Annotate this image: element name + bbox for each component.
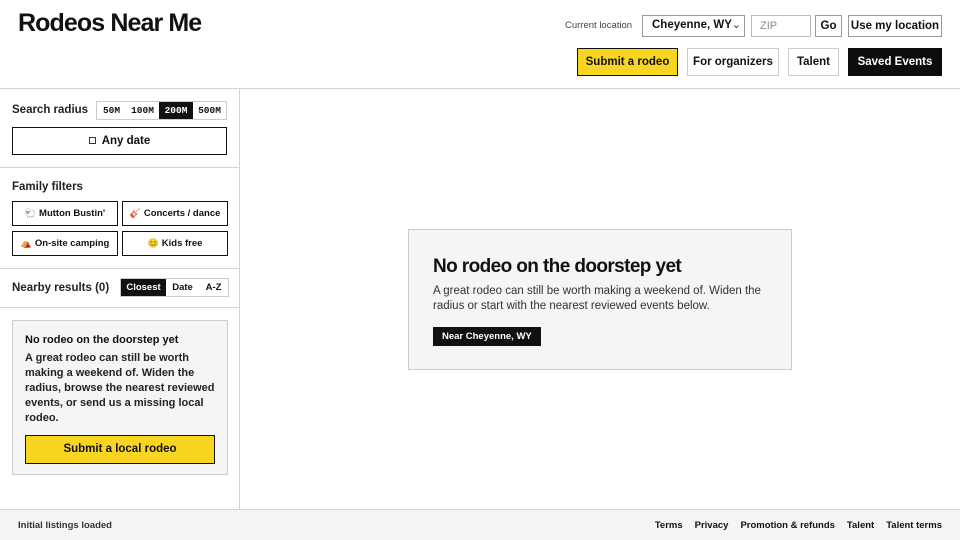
sort-selector: Closest Date A-Z <box>120 278 229 297</box>
chevron-down-icon: ⌄ <box>731 19 741 31</box>
search-radius-label: Search radius <box>12 104 89 116</box>
footer-link-talent-terms[interactable]: Talent terms <box>886 520 942 531</box>
for-organizers-button[interactable]: For organizers <box>687 48 779 76</box>
status-text: Initial listings loaded <box>18 520 112 531</box>
submit-rodeo-button[interactable]: Submit a rodeo <box>577 48 678 76</box>
footer-links: Terms Privacy Promotion & refunds Talent… <box>655 520 942 531</box>
divider <box>0 307 239 308</box>
footer-link-privacy[interactable]: Privacy <box>695 520 729 531</box>
filter-on-site-camping[interactable]: ⛺ On-site camping <box>12 231 118 256</box>
any-date-button[interactable]: Any date <box>12 127 227 155</box>
empty-state-title: No rodeo on the doorstep yet <box>433 256 682 277</box>
sort-closest[interactable]: Closest <box>121 279 166 296</box>
brand-title[interactable]: Rodeos Near Me <box>18 9 202 38</box>
empty-results-card: No rodeo on the doorstep yet A great rod… <box>12 320 228 475</box>
go-button[interactable]: Go <box>815 15 842 37</box>
footer-link-talent[interactable]: Talent <box>847 520 874 531</box>
filters-sidebar: Search radius 50M 100M 200M 500M Any dat… <box>0 89 240 509</box>
footer: Initial listings loaded Terms Privacy Pr… <box>0 509 960 540</box>
near-location-badge: Near Cheyenne, WY <box>433 327 541 346</box>
divider <box>0 268 239 269</box>
any-date-label: Any date <box>101 135 151 147</box>
top-header: Rodeos Near Me Current location Cheyenne… <box>0 0 960 89</box>
sheep-icon: 🐑 <box>24 208 37 218</box>
empty-state-card: No rodeo on the doorstep yet A great rod… <box>408 229 792 370</box>
family-filters-label: Family filters <box>12 181 83 193</box>
location-select[interactable]: Cheyenne, WY ⌄ <box>642 15 745 37</box>
sort-a-z[interactable]: A-Z <box>199 279 228 296</box>
talent-button[interactable]: Talent <box>788 48 839 76</box>
location-select-value: Cheyenne, WY <box>652 19 732 31</box>
tent-icon: ⛺ <box>20 238 32 248</box>
results-main: No rodeo on the doorstep yet A great rod… <box>240 89 960 509</box>
filter-concerts-dance[interactable]: 🎸 Concerts / dance <box>122 201 228 226</box>
guitar-icon: 🎸 <box>129 208 141 218</box>
card-title: No rodeo on the doorstep yet <box>25 334 179 346</box>
radius-option-500m[interactable]: 500M <box>193 102 226 119</box>
current-location-label: Current location <box>565 20 633 31</box>
card-body: A great rodeo can still be worth making … <box>25 352 215 424</box>
empty-state-body: A great rodeo can still be worth making … <box>433 285 761 312</box>
calendar-icon <box>88 137 96 144</box>
footer-link-terms[interactable]: Terms <box>655 520 683 531</box>
nearby-results-label: Nearby results (0) <box>12 282 110 294</box>
filter-label: Kids free <box>161 238 203 249</box>
filter-label: Mutton Bustin' <box>39 208 106 219</box>
use-my-location-button[interactable]: Use my location <box>848 15 942 37</box>
divider <box>0 167 239 168</box>
footer-link-promotion-refunds[interactable]: Promotion & refunds <box>740 520 834 531</box>
filter-mutton-bustin[interactable]: 🐑 Mutton Bustin' <box>12 201 118 226</box>
saved-events-button[interactable]: Saved Events <box>848 48 942 76</box>
radius-selector: 50M 100M 200M 500M <box>96 101 227 120</box>
filter-label: Concerts / dance <box>143 208 221 219</box>
radius-option-50m[interactable]: 50M <box>97 102 126 119</box>
smiley-icon: 😊 <box>147 238 159 248</box>
submit-local-rodeo-button[interactable]: Submit a local rodeo <box>25 435 215 464</box>
radius-option-100m[interactable]: 100M <box>126 102 159 119</box>
zip-input[interactable] <box>751 15 811 37</box>
filter-label: On-site camping <box>34 238 110 249</box>
radius-option-200m[interactable]: 200M <box>159 102 193 119</box>
sort-date[interactable]: Date <box>166 279 199 296</box>
filter-kids-free[interactable]: 😊 Kids free <box>122 231 228 256</box>
